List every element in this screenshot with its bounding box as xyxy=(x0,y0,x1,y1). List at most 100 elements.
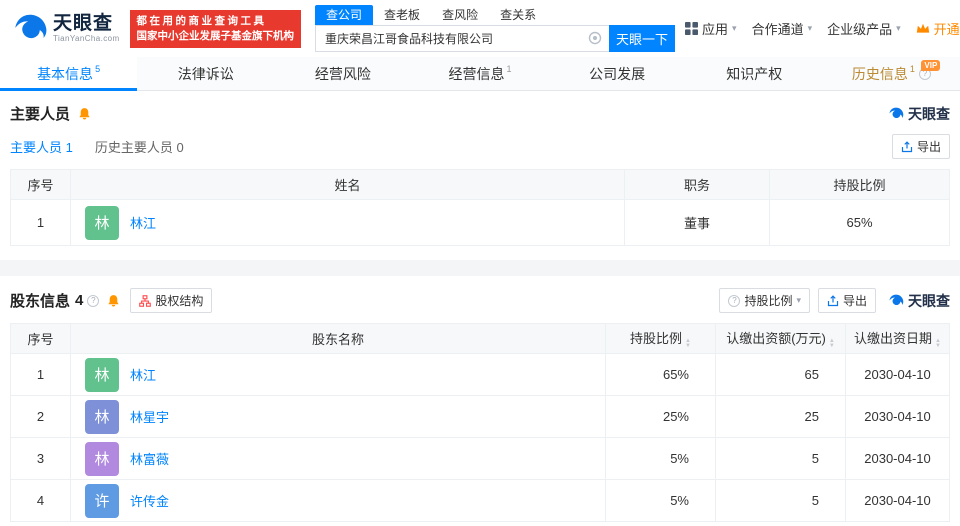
search-tabs: 查公司 查老板 查风险 查关系 xyxy=(315,5,675,25)
row-no: 4 xyxy=(10,479,71,522)
col-ratio: 持股比例 xyxy=(769,169,950,200)
person-link[interactable]: 林江 xyxy=(130,213,156,232)
ratio-filter-dropdown[interactable]: ? 持股比例 ▾ xyxy=(719,288,810,313)
search-button[interactable]: 天眼一下 xyxy=(609,25,676,52)
monitor-bell-icon[interactable] xyxy=(78,107,91,120)
export-icon xyxy=(901,140,913,152)
search-tab-boss[interactable]: 查老板 xyxy=(373,5,431,25)
info-icon: ? xyxy=(728,294,741,307)
monitor-bell-icon[interactable] xyxy=(107,294,120,307)
search-tab-relation[interactable]: 查关系 xyxy=(489,5,547,25)
nav-cooperation[interactable]: 合作通道 ▾ xyxy=(752,19,813,38)
tab-intellectual-property[interactable]: 知识产权 xyxy=(686,57,823,90)
col-ratio-sortable[interactable]: 持股比例 ▲ ▼ xyxy=(605,323,716,354)
promo-line2: 国家中小企业发展子基金旗下机构 xyxy=(136,29,295,42)
row-amount: 5 xyxy=(715,437,846,480)
sort-icon: ▲ ▼ xyxy=(685,338,691,349)
row-position: 董事 xyxy=(624,199,770,246)
info-icon[interactable]: ? xyxy=(87,294,100,307)
col-position: 职务 xyxy=(624,169,770,200)
tab-operating-info[interactable]: 经营信息 1 xyxy=(411,57,548,90)
row-amount: 65 xyxy=(715,353,846,396)
tianyancha-logo-icon xyxy=(889,107,904,118)
col-no: 序号 xyxy=(10,323,71,354)
chevron-down-icon: ▾ xyxy=(796,295,801,305)
search-tab-risk[interactable]: 查风险 xyxy=(431,5,489,25)
col-name: 股东名称 xyxy=(70,323,606,354)
vip-badge: VIP xyxy=(921,60,941,71)
brand-domain: TianYanCha.com xyxy=(53,34,120,43)
tianyancha-watermark: 天眼查 xyxy=(888,291,950,311)
avatar[interactable]: 林 xyxy=(85,399,119,434)
row-ratio: 65% xyxy=(605,353,716,396)
search-input[interactable] xyxy=(315,25,610,52)
shareholder-link[interactable]: 林星宇 xyxy=(130,407,169,426)
row-no: 2 xyxy=(10,395,71,438)
col-date-sortable[interactable]: 认缴出资日期 ▲ ▼ xyxy=(845,323,950,354)
row-no: 1 xyxy=(10,199,71,246)
chevron-down-icon: ▾ xyxy=(807,23,813,33)
nav-open-vip[interactable]: 开通会员 ▾ xyxy=(916,19,960,38)
row-ratio: 25% xyxy=(605,395,716,438)
row-date: 2030-04-10 xyxy=(845,353,950,396)
row-date: 2030-04-10 xyxy=(845,479,950,522)
search-tab-company[interactable]: 查公司 xyxy=(315,5,374,25)
avatar[interactable]: 林 xyxy=(85,205,119,240)
top-header: 天眼查 TianYanCha.com 都在用的商业查询工具 国家中小企业发展子基… xyxy=(0,0,960,57)
tianyancha-logo-icon xyxy=(15,14,47,38)
row-date: 2030-04-10 xyxy=(845,437,950,480)
col-no: 序号 xyxy=(10,169,71,200)
table-row: 1 林 林江 65% 65 2030-04-10 xyxy=(10,353,950,396)
avatar[interactable]: 林 xyxy=(85,357,119,392)
header-search: 查公司 查老板 查风险 查关系 天眼一下 xyxy=(315,5,676,52)
chevron-down-icon: ▾ xyxy=(896,23,901,33)
col-name: 姓名 xyxy=(70,169,625,200)
shareholders-section-title: 股东信息 xyxy=(10,293,71,310)
brand-name: 天眼查 xyxy=(53,13,114,34)
table-row: 4 许 许传金 5% 5 2030-04-10 xyxy=(10,479,950,522)
promo-banner: 都在用的商业查询工具 国家中小企业发展子基金旗下机构 xyxy=(129,9,302,48)
nav-enterprise[interactable]: 企业级产品 ▾ xyxy=(827,19,901,38)
tab-basic-info[interactable]: 基本信息 5 xyxy=(0,57,138,91)
table-row: 2 林 林星宇 25% 25 2030-04-10 xyxy=(10,395,950,438)
promo-line1: 都在用的商业查询工具 xyxy=(136,14,267,27)
table-header-row: 序号 股东名称 持股比例 ▲ ▼ 认缴出资额(万元) ▲ ▼ 认缴出资日期 ▲ ▼ xyxy=(10,323,950,354)
shareholder-link[interactable]: 林富薇 xyxy=(130,449,169,468)
tab-company-development[interactable]: 公司发展 xyxy=(549,57,686,90)
export-button[interactable]: 导出 xyxy=(817,288,876,313)
tianyancha-logo[interactable]: 天眼查 TianYanCha.com xyxy=(12,11,120,47)
row-ratio: 65% xyxy=(769,199,950,246)
chevron-down-icon: ▾ xyxy=(732,23,737,33)
row-no: 3 xyxy=(10,437,71,480)
export-button[interactable]: 导出 xyxy=(891,134,950,159)
personnel-section-title: 主要人员 xyxy=(10,106,71,123)
apps-grid-icon xyxy=(685,22,699,35)
tianyancha-logo-icon xyxy=(889,294,904,305)
tab-operating-risk[interactable]: 经营风险 xyxy=(274,57,411,90)
table-row: 3 林 林富薇 5% 5 2030-04-10 xyxy=(10,437,950,480)
avatar[interactable]: 林 xyxy=(85,441,119,476)
shareholders-table: 序号 股东名称 持股比例 ▲ ▼ 认缴出资额(万元) ▲ ▼ 认缴出资日期 ▲ ▼ 1 林 … xyxy=(10,323,950,522)
sort-icon: ▲ ▼ xyxy=(935,338,941,349)
nav-apps[interactable]: 应用 ▾ xyxy=(685,19,737,38)
col-amount-sortable[interactable]: 认缴出资额(万元) ▲ ▼ xyxy=(715,323,846,354)
row-date: 2030-04-10 xyxy=(845,395,950,438)
row-no: 1 xyxy=(10,353,71,396)
shareholder-link[interactable]: 林江 xyxy=(130,365,156,384)
tab-legal-litigation[interactable]: 法律诉讼 xyxy=(137,57,274,90)
equity-structure-button[interactable]: 股权结构 xyxy=(130,288,213,313)
tab-history-info[interactable]: 历史信息 1 ? VIP xyxy=(823,57,960,90)
export-icon xyxy=(827,294,839,306)
avatar[interactable]: 许 xyxy=(85,483,119,518)
row-ratio: 5% xyxy=(605,479,716,522)
personnel-tab-history[interactable]: 历史主要人员 0 xyxy=(95,137,184,156)
personnel-table: 序号 姓名 职务 持股比例 1 林 林江 董事 65% xyxy=(10,169,950,246)
shareholders-section: 股东信息 4 ? 股权结构 ? 持股比例 ▾ 导出 天眼查 序号 股东名称 持股… xyxy=(0,276,960,526)
shareholder-link[interactable]: 许传金 xyxy=(130,491,169,510)
top-nav: 应用 ▾ 合作通道 ▾ 企业级产品 ▾ 开通会员 ▾ 超级... ▾ xyxy=(685,19,960,38)
crown-icon xyxy=(916,23,929,33)
image-search-icon[interactable] xyxy=(588,31,602,48)
sort-icon: ▲ ▼ xyxy=(828,338,835,349)
personnel-tab-current[interactable]: 主要人员 1 xyxy=(10,137,73,156)
table-header-row: 序号 姓名 职务 持股比例 xyxy=(10,169,950,200)
